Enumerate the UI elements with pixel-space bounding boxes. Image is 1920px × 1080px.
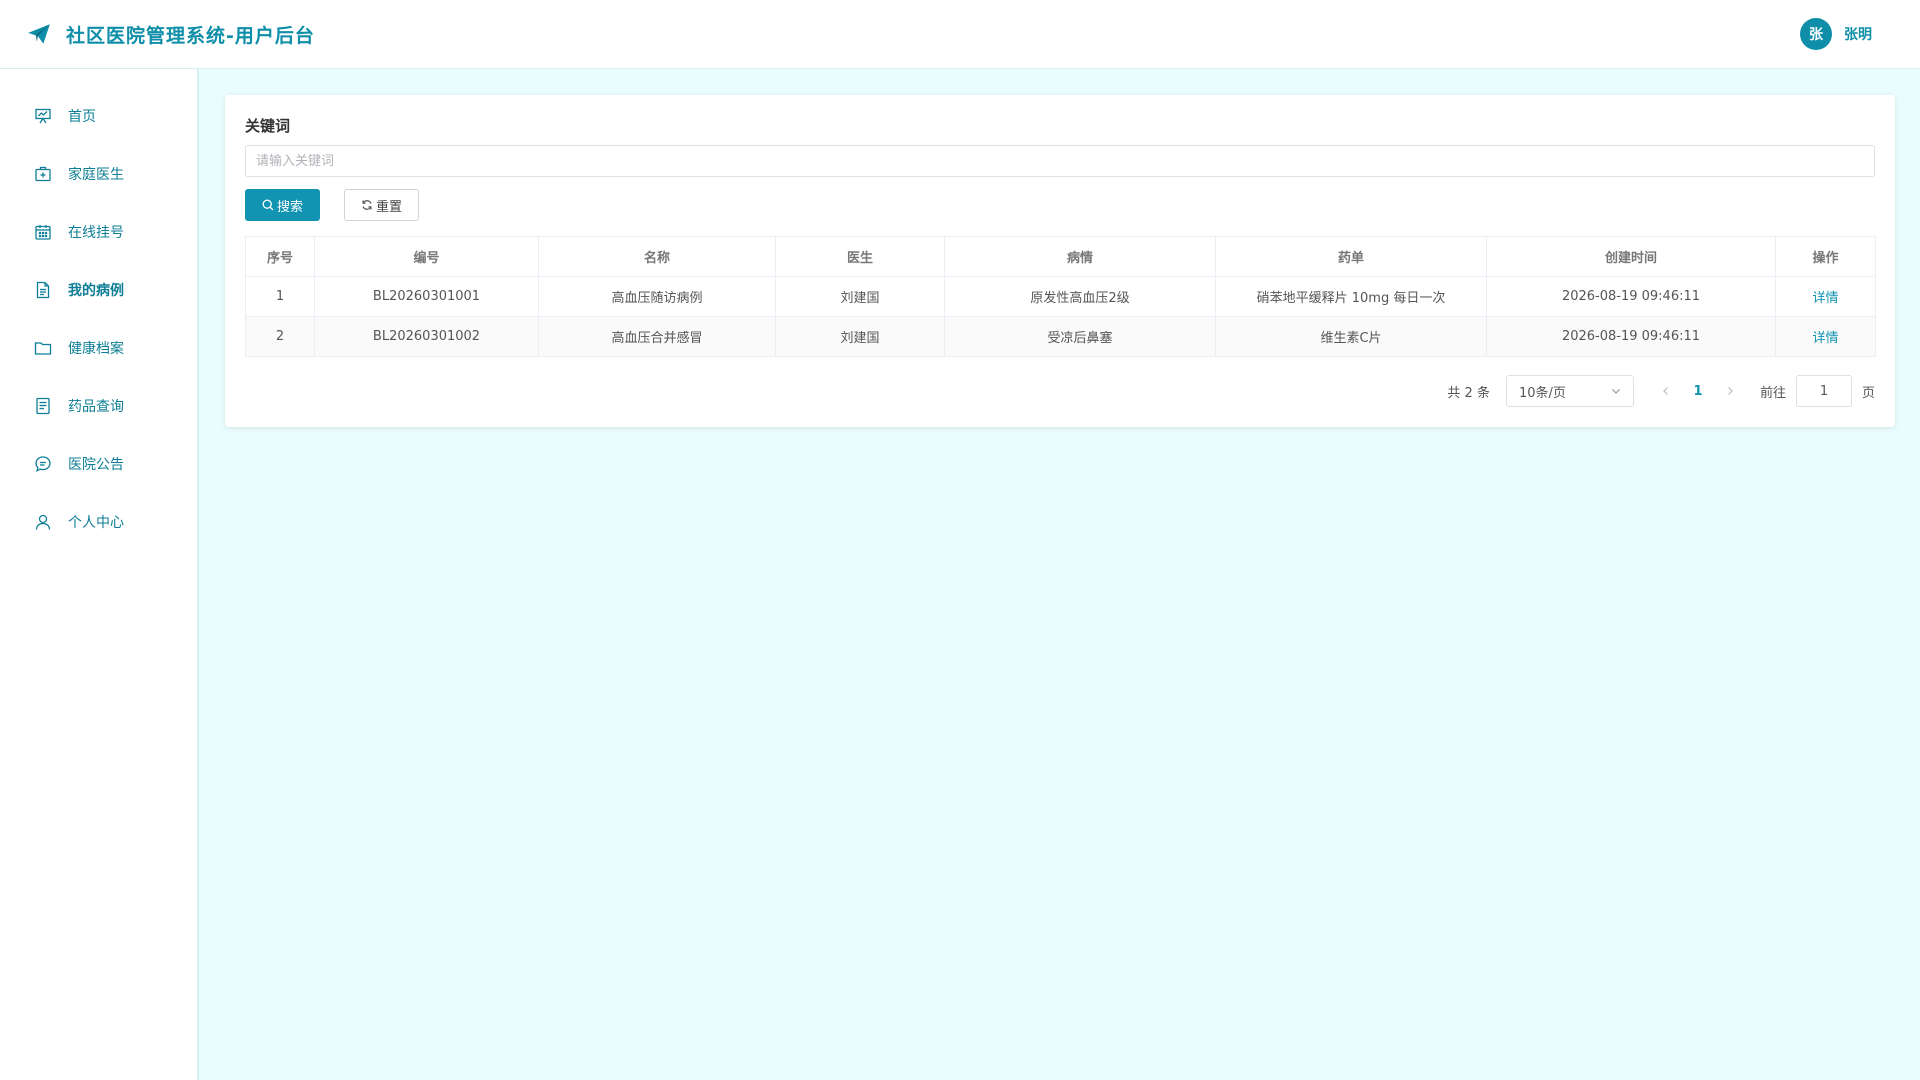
sidebar-item-label: 健康档案	[68, 341, 124, 357]
sidebar-item-family-doctor[interactable]: 家庭医生	[0, 145, 197, 203]
sidebar-item-announcements[interactable]: 医院公告	[0, 435, 197, 493]
search-button-label: 搜索	[277, 199, 304, 215]
sidebar-item-my-cases[interactable]: 我的病例	[0, 261, 197, 319]
goto-suffix: 页	[1861, 385, 1875, 401]
page-size-value: 10条/页	[1518, 385, 1566, 401]
pagination-total: 共 2 条	[1447, 385, 1490, 401]
cell-action: 详情	[1775, 276, 1876, 317]
sidebar: 首页 家庭医生 在线挂号 我的病例 健康档案 药品查询 医院公告 个人中心	[0, 69, 199, 1080]
sidebar-item-drug-query[interactable]: 药品查询	[0, 377, 197, 435]
sidebar-item-label: 个人中心	[68, 515, 124, 531]
sidebar-item-registration[interactable]: 在线挂号	[0, 203, 197, 261]
detail-link[interactable]: 详情	[1812, 291, 1838, 306]
column-header: 病情	[944, 236, 1216, 277]
goto-label: 前往	[1759, 385, 1786, 401]
search-button[interactable]: 搜索	[245, 189, 321, 221]
cell-code: BL20260301002	[314, 316, 539, 357]
cell-prescription: 硝苯地平缓释片 10mg 每日一次	[1215, 276, 1487, 317]
column-header: 医生	[775, 236, 945, 277]
cell-name: 高血压随访病例	[538, 276, 776, 317]
pagination: 共 2 条 10条/页 1 前往 页	[1447, 375, 1875, 407]
table-row: 1 BL20260301001 高血压随访病例 刘建国 原发性高血压2级 硝苯地…	[245, 276, 1876, 317]
filter-actions: 搜索 重置	[245, 189, 1875, 221]
cell-doctor: 刘建国	[775, 276, 945, 317]
table-header-row: 序号 编号 名称 医生 病情 药单 创建时间 操作	[245, 236, 1876, 277]
cell-created: 2026-08-19 09:46:11	[1486, 276, 1776, 317]
keyword-input[interactable]	[245, 145, 1875, 177]
cell-prescription: 维生素C片	[1215, 316, 1487, 357]
sidebar-item-label: 药品查询	[68, 399, 124, 415]
cell-index: 1	[245, 276, 315, 317]
sidebar-item-label: 医院公告	[68, 457, 124, 473]
user-name[interactable]: 张明	[1844, 24, 1872, 44]
sidebar-item-home[interactable]: 首页	[0, 87, 197, 145]
case-list-card: 关键词 搜索 重置 序号 编号 名称 医生 病情 药单 创建时间 操作	[225, 95, 1895, 427]
list-document-icon	[34, 397, 52, 415]
column-header: 序号	[245, 236, 315, 277]
sidebar-item-label: 在线挂号	[68, 225, 124, 241]
chevron-right-icon	[1728, 387, 1733, 395]
user-menu[interactable]: 张 张明	[1800, 18, 1872, 50]
chat-bubble-icon	[34, 455, 52, 473]
column-header: 创建时间	[1486, 236, 1776, 277]
sidebar-item-label: 首页	[68, 109, 96, 125]
chevron-left-icon	[1663, 387, 1668, 395]
medical-kit-icon	[34, 165, 52, 183]
prev-page-button[interactable]	[1652, 377, 1680, 405]
cell-condition: 受凉后鼻塞	[944, 316, 1216, 357]
document-icon	[34, 281, 52, 299]
goto-page-input[interactable]	[1795, 375, 1852, 407]
app-title: 社区医院管理系统-用户后台	[66, 24, 315, 47]
presentation-chart-icon	[34, 107, 52, 125]
column-header: 药单	[1215, 236, 1487, 277]
cell-condition: 原发性高血压2级	[944, 276, 1216, 317]
sidebar-item-label: 家庭医生	[68, 167, 124, 183]
cell-index: 2	[245, 316, 315, 357]
cell-doctor: 刘建国	[775, 316, 945, 357]
chevron-down-icon	[1612, 389, 1620, 394]
folder-icon	[34, 339, 52, 357]
column-header: 名称	[538, 236, 776, 277]
cell-name: 高血压合并感冒	[538, 316, 776, 357]
keyword-label: 关键词	[245, 117, 291, 135]
sidebar-item-health-records[interactable]: 健康档案	[0, 319, 197, 377]
table-row: 2 BL20260301002 高血压合并感冒 刘建国 受凉后鼻塞 维生素C片 …	[245, 316, 1876, 357]
case-table: 序号 编号 名称 医生 病情 药单 创建时间 操作 1 BL2026030100…	[245, 236, 1876, 357]
avatar[interactable]: 张	[1800, 18, 1832, 50]
reset-button-label: 重置	[376, 199, 403, 215]
page-size-select[interactable]: 10条/页	[1505, 375, 1634, 407]
top-header: 社区医院管理系统-用户后台 张 张明	[0, 0, 1920, 69]
sidebar-item-label: 我的病例	[68, 283, 124, 299]
refresh-icon	[362, 200, 372, 210]
cell-created: 2026-08-19 09:46:11	[1486, 316, 1776, 357]
paper-plane-icon	[26, 21, 52, 47]
cell-action: 详情	[1775, 316, 1876, 357]
detail-link[interactable]: 详情	[1812, 331, 1838, 346]
calendar-icon	[34, 223, 52, 241]
column-header: 编号	[314, 236, 539, 277]
search-icon	[262, 199, 274, 211]
user-icon	[34, 513, 52, 531]
column-header: 操作	[1775, 236, 1876, 277]
sidebar-item-profile[interactable]: 个人中心	[0, 493, 197, 551]
brand[interactable]: 社区医院管理系统-用户后台	[26, 21, 315, 48]
cell-code: BL20260301001	[314, 276, 539, 317]
next-page-button[interactable]	[1716, 377, 1744, 405]
page-number-current[interactable]: 1	[1684, 377, 1712, 405]
reset-button[interactable]: 重置	[344, 189, 420, 221]
